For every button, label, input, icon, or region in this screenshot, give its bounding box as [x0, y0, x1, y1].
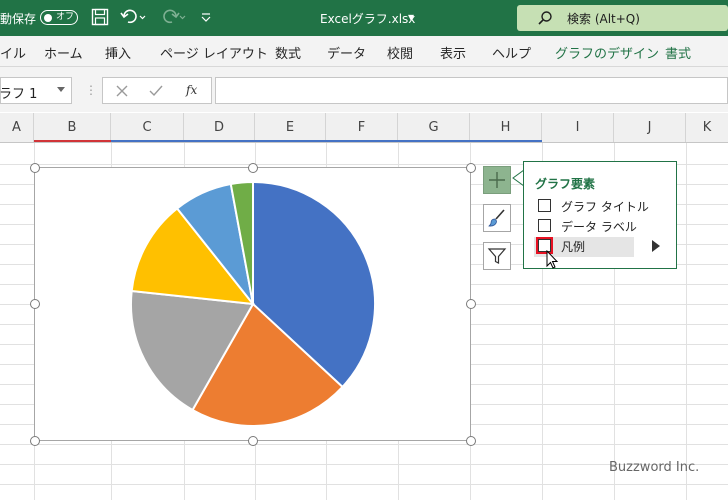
- formula-input[interactable]: [215, 77, 728, 104]
- flyout-title: グラフ要素: [535, 177, 596, 191]
- column-header[interactable]: J: [614, 113, 686, 142]
- tab-view[interactable]: 表示: [440, 43, 466, 62]
- autosave-toggle[interactable]: オフ: [40, 10, 78, 25]
- column-header[interactable]: G: [398, 113, 470, 142]
- grid-line: [0, 484, 728, 485]
- resize-handle-bottom-right[interactable]: [466, 436, 476, 446]
- tab-format[interactable]: 書式: [665, 43, 691, 62]
- tab-formulas[interactable]: 数式: [275, 43, 301, 62]
- chart-styles-button[interactable]: [483, 204, 511, 232]
- title-bar: 動保存 オフ Excelグラフ.xlsx ▾ 検索 (Alt+Q): [0, 0, 728, 36]
- column-header[interactable]: E: [255, 113, 326, 142]
- chart-title-checkbox[interactable]: [538, 199, 551, 212]
- brush-icon: [488, 209, 505, 227]
- chart-elements-button[interactable]: [483, 166, 511, 194]
- legend-label[interactable]: 凡例: [561, 238, 585, 255]
- enter-icon[interactable]: [149, 84, 163, 98]
- formula-bar-grip-icon: ⋮: [85, 83, 97, 97]
- watermark: Buzzword Inc.: [609, 460, 700, 475]
- formula-buttons: fx: [102, 77, 212, 104]
- resize-handle-bottom[interactable]: [248, 436, 258, 446]
- column-header[interactable]: C: [111, 113, 184, 142]
- tab-data[interactable]: データ: [327, 43, 366, 62]
- toggle-knob: [44, 13, 52, 22]
- name-box-dropdown-icon[interactable]: [57, 87, 65, 92]
- resize-handle-left[interactable]: [30, 299, 40, 309]
- resize-handle-right[interactable]: [466, 299, 476, 309]
- column-header[interactable]: F: [326, 113, 398, 142]
- name-box[interactable]: ラフ 1: [0, 77, 72, 104]
- resize-handle-bottom-left[interactable]: [30, 436, 40, 446]
- chart-filters-button[interactable]: [483, 242, 511, 270]
- customize-quick-access-icon[interactable]: [200, 8, 212, 26]
- grid-line: [0, 444, 728, 445]
- tab-file[interactable]: イル: [0, 43, 26, 62]
- redo-icon[interactable]: [160, 8, 186, 26]
- pie-chart[interactable]: [35, 168, 472, 442]
- grid-line: [686, 143, 687, 500]
- plus-icon: [489, 172, 505, 188]
- chart-title-label[interactable]: グラフ タイトル: [561, 198, 649, 215]
- tab-page-layout[interactable]: ページ レイアウト: [160, 43, 268, 62]
- mouse-cursor-icon: [546, 250, 559, 269]
- series-range-highlight: [34, 140, 111, 142]
- column-header[interactable]: H: [470, 113, 542, 142]
- file-name-dropdown-icon[interactable]: ▾: [408, 10, 414, 24]
- column-header[interactable]: B: [34, 113, 111, 142]
- search-box[interactable]: 検索 (Alt+Q): [517, 5, 728, 31]
- column-header[interactable]: K: [686, 113, 728, 142]
- tab-chart-design[interactable]: グラフのデザイン: [555, 43, 659, 62]
- tab-insert[interactable]: 挿入: [105, 43, 131, 62]
- name-box-value: ラフ 1: [0, 87, 38, 102]
- file-name[interactable]: Excelグラフ.xlsx: [320, 10, 415, 27]
- column-headers: A B C D E F G H I J K: [0, 113, 728, 143]
- ribbon-tabs: イル ホーム 挿入 ページ レイアウト 数式 データ 校閲 表示 ヘルプ グラフ…: [0, 36, 728, 67]
- resize-handle-top-right[interactable]: [466, 163, 476, 173]
- resize-handle-top[interactable]: [248, 163, 258, 173]
- cancel-icon[interactable]: [115, 84, 129, 98]
- insert-function-icon[interactable]: fx: [186, 83, 197, 97]
- resize-handle-top-left[interactable]: [30, 163, 40, 173]
- filter-icon: [487, 248, 507, 264]
- chart-area[interactable]: [34, 167, 471, 441]
- data-labels-label[interactable]: データ ラベル: [561, 218, 637, 235]
- submenu-arrow-icon[interactable]: [651, 240, 661, 252]
- column-header[interactable]: A: [0, 113, 34, 142]
- values-range-highlight: [111, 140, 542, 142]
- tab-review[interactable]: 校閲: [387, 43, 413, 62]
- data-labels-checkbox[interactable]: [538, 219, 551, 232]
- column-header[interactable]: D: [184, 113, 255, 142]
- save-icon[interactable]: [91, 8, 109, 26]
- search-placeholder: 検索 (Alt+Q): [567, 12, 640, 26]
- tab-home[interactable]: ホーム: [44, 43, 83, 62]
- search-icon: [538, 11, 552, 25]
- autosave-label: 動保存: [0, 12, 37, 26]
- toggle-state-label: オフ: [56, 12, 75, 22]
- column-header[interactable]: I: [542, 113, 614, 142]
- undo-icon[interactable]: [120, 8, 146, 26]
- tab-help[interactable]: ヘルプ: [492, 43, 531, 62]
